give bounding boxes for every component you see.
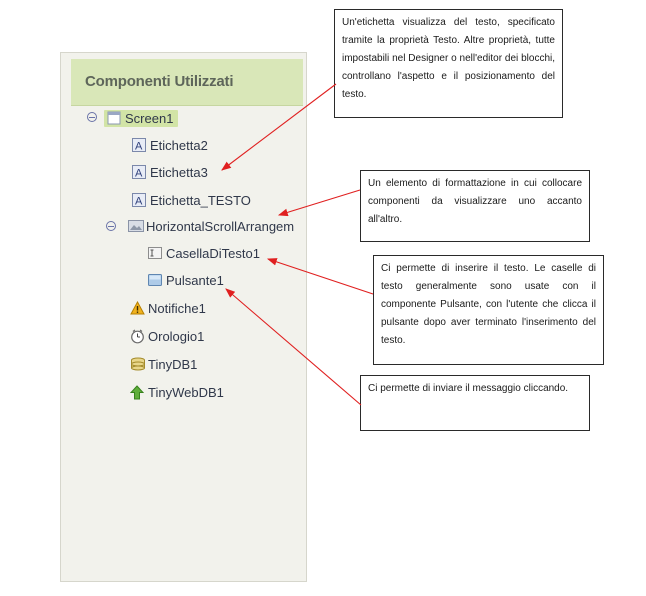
arrow-to-casella (266, 258, 374, 295)
arrow-to-pulsante (225, 288, 362, 406)
arrow-to-arrangement (277, 189, 361, 217)
callout-arrows (221, 83, 374, 406)
arrow-to-etichetta3 (221, 83, 337, 171)
